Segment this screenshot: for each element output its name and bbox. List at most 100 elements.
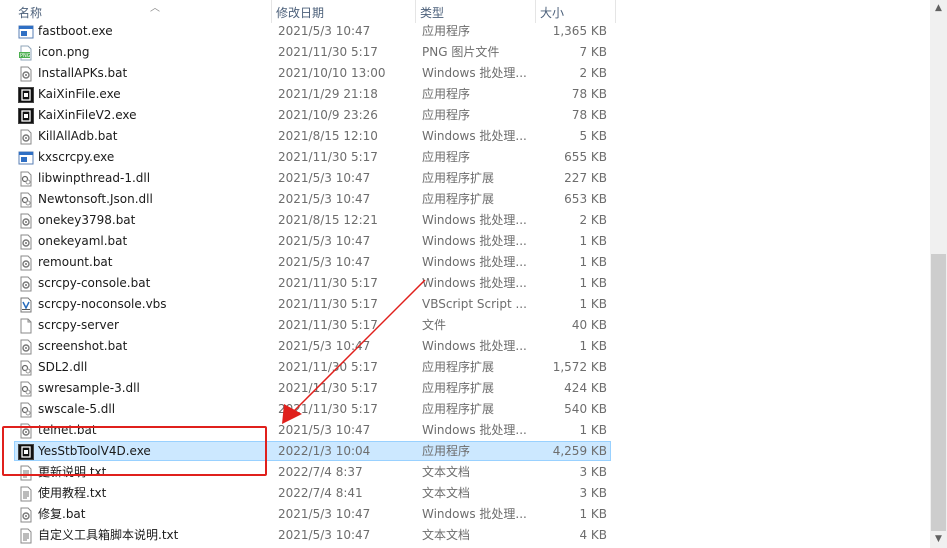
file-row[interactable]: PNG icon.png 2021/11/30 5:17 PNG 图片文件 7 KB	[0, 42, 930, 63]
blank-file-icon	[18, 318, 34, 334]
file-type: Windows 批处理...	[422, 276, 527, 290]
file-name: libwinpthread-1.dll	[38, 171, 151, 185]
file-modified-date: 2021/5/3 10:47	[278, 339, 371, 353]
file-size: 4,259 KB	[552, 444, 607, 458]
file-name: SDL2.dll	[38, 360, 88, 374]
file-modified-date: 2021/5/3 10:47	[278, 192, 371, 206]
file-size: 40 KB	[571, 318, 607, 332]
vbs-script-icon	[18, 297, 34, 313]
file-type: Windows 批处理...	[422, 129, 527, 143]
file-size: 1 KB	[579, 297, 607, 311]
bat-gear-icon	[18, 234, 34, 250]
file-type: 应用程序扩展	[422, 381, 495, 395]
file-row[interactable]: swresample-3.dll 2021/11/30 5:17 应用程序扩展 424…	[0, 378, 930, 399]
file-row[interactable]: KillAllAdb.bat 2021/8/15 12:10 Windows 批处理…	[0, 126, 930, 147]
file-modified-date: 2021/11/30 5:17	[278, 402, 378, 416]
file-row[interactable]: libwinpthread-1.dll 2021/5/3 10:47 应用程序扩展 2…	[0, 168, 930, 189]
file-modified-date: 2021/5/3 10:47	[278, 507, 371, 521]
file-modified-date: 2022/7/4 8:37	[278, 465, 363, 479]
file-row[interactable]: SDL2.dll 2021/11/30 5:17 应用程序扩展 1,572 KB	[0, 357, 930, 378]
file-modified-date: 2021/10/10 13:00	[278, 66, 386, 80]
file-size: 227 KB	[564, 171, 607, 185]
file-row[interactable]: kxscrcpy.exe 2021/11/30 5:17 应用程序 655 KB	[0, 147, 930, 168]
column-header-bar: 名称 ︿ 修改日期 类型 大小	[0, 0, 930, 23]
column-header-modified[interactable]: 修改日期	[272, 0, 416, 23]
file-name: 修复.bat	[38, 507, 86, 521]
column-header-type[interactable]: 类型	[416, 0, 536, 23]
bat-gear-icon	[18, 66, 34, 82]
file-modified-date: 2021/11/30 5:17	[278, 318, 378, 332]
file-row[interactable]: screenshot.bat 2021/5/3 10:47 Windows 批处理.…	[0, 336, 930, 357]
file-modified-date: 2021/5/3 10:47	[278, 24, 371, 38]
file-size: 78 KB	[571, 87, 607, 101]
scroll-down-arrow-icon[interactable]: ▼	[930, 531, 947, 548]
file-type: 文本文档	[422, 528, 471, 542]
file-type: 文本文档	[422, 486, 471, 500]
file-type: 文件	[422, 318, 447, 332]
bat-gear-icon	[18, 213, 34, 229]
exe-window-icon	[18, 150, 34, 166]
file-row[interactable]: onekeyaml.bat 2021/5/3 10:47 Windows 批处理..…	[0, 231, 930, 252]
file-modified-date: 2021/10/9 23:26	[278, 108, 378, 122]
file-modified-date: 2021/11/30 5:17	[278, 381, 378, 395]
file-row[interactable]: scrcpy-server 2021/11/30 5:17 文件 40 KB	[0, 315, 930, 336]
file-name: swresample-3.dll	[38, 381, 140, 395]
red-highlight-box	[2, 426, 267, 476]
file-modified-date: 2021/11/30 5:17	[278, 150, 378, 164]
file-row[interactable]: Newtonsoft.Json.dll 2021/5/3 10:47 应用程序扩展 6…	[0, 189, 930, 210]
file-size: 1 KB	[579, 507, 607, 521]
column-header-size[interactable]: 大小	[536, 0, 616, 23]
file-row[interactable]: InstallAPKs.bat 2021/10/10 13:00 Windows 批…	[0, 63, 930, 84]
file-size: 5 KB	[579, 129, 607, 143]
file-size: 1,365 KB	[552, 24, 607, 38]
file-type: 应用程序	[422, 108, 471, 122]
file-size: 3 KB	[579, 486, 607, 500]
file-type: Windows 批处理...	[422, 507, 527, 521]
file-row[interactable]: KaiXinFileV2.exe 2021/10/9 23:26 应用程序 78 KB	[0, 105, 930, 126]
file-size: 3 KB	[579, 465, 607, 479]
file-modified-date: 2021/8/15 12:21	[278, 213, 378, 227]
column-header-modified-label: 修改日期	[276, 6, 325, 20]
file-size: 655 KB	[564, 150, 607, 164]
file-row[interactable]: scrcpy-noconsole.vbs 2021/11/30 5:17 VBScr…	[0, 294, 930, 315]
dll-gear-icon	[18, 381, 34, 397]
file-row[interactable]: fastboot.exe 2021/5/3 10:47 应用程序 1,365 KB	[0, 21, 930, 42]
dll-gear-icon	[18, 360, 34, 376]
file-size: 1 KB	[579, 276, 607, 290]
file-name: remount.bat	[38, 255, 113, 269]
file-type: 应用程序扩展	[422, 402, 495, 416]
file-modified-date: 2021/5/3 10:47	[278, 423, 371, 437]
file-row[interactable]: onekey3798.bat 2021/8/15 12:21 Windows 批处理…	[0, 210, 930, 231]
file-type: PNG 图片文件	[422, 45, 500, 59]
scroll-up-arrow-icon[interactable]: ▲	[930, 0, 947, 17]
file-name: scrcpy-console.bat	[38, 276, 151, 290]
file-modified-date: 2022/1/3 10:04	[278, 444, 371, 458]
file-size: 1 KB	[579, 234, 607, 248]
file-size: 7 KB	[579, 45, 607, 59]
file-modified-date: 2021/8/15 12:10	[278, 129, 378, 143]
file-row[interactable]: swscale-5.dll 2021/11/30 5:17 应用程序扩展 540 KB	[0, 399, 930, 420]
file-name: fastboot.exe	[38, 24, 113, 38]
file-modified-date: 2021/11/30 5:17	[278, 297, 378, 311]
file-size: 2 KB	[579, 213, 607, 227]
file-name: 自定义工具箱脚本说明.txt	[38, 528, 179, 542]
file-row[interactable]: 自定义工具箱脚本说明.txt 2021/5/3 10:47 文本文档 4 KB	[0, 525, 930, 546]
file-size: 1 KB	[579, 339, 607, 353]
file-name: 使用教程.txt	[38, 486, 107, 500]
file-row[interactable]: scrcpy-console.bat 2021/11/30 5:17 Windows…	[0, 273, 930, 294]
file-row[interactable]: 修复.bat 2021/5/3 10:47 Windows 批处理... 1 KB	[0, 504, 930, 525]
dll-gear-icon	[18, 402, 34, 418]
file-row[interactable]: remount.bat 2021/5/3 10:47 Windows 批处理... 1…	[0, 252, 930, 273]
file-row[interactable]: KaiXinFile.exe 2021/1/29 21:18 应用程序 78 KB	[0, 84, 930, 105]
column-header-name[interactable]: 名称 ︿	[14, 0, 272, 23]
file-row[interactable]: 使用教程.txt 2022/7/4 8:41 文本文档 3 KB	[0, 483, 930, 504]
scrollbar-thumb[interactable]	[931, 254, 946, 531]
file-size: 540 KB	[564, 402, 607, 416]
file-name: scrcpy-noconsole.vbs	[38, 297, 167, 311]
file-name: KaiXinFile.exe	[38, 87, 121, 101]
bat-gear-icon	[18, 129, 34, 145]
svg-text:PNG: PNG	[20, 53, 31, 59]
txt-doc-icon	[18, 486, 34, 502]
file-modified-date: 2021/11/30 5:17	[278, 276, 378, 290]
file-type: 应用程序	[422, 87, 471, 101]
